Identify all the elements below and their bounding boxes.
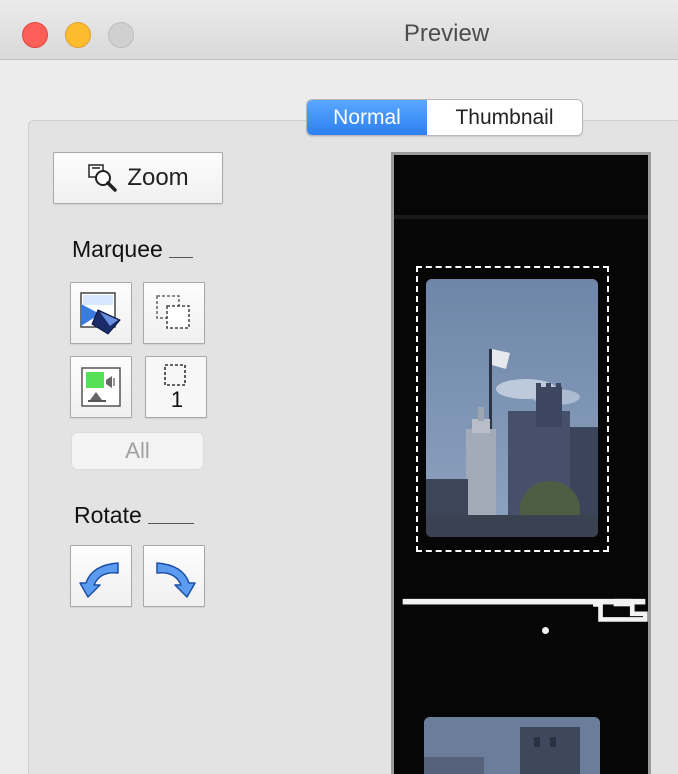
rotate-heading: Rotate [74, 502, 194, 529]
all-button[interactable]: All [71, 432, 204, 470]
zoom-button-label: Zoom [127, 164, 189, 191]
marquee-rule [168, 257, 193, 258]
title-bar: Preview [0, 0, 678, 60]
marquee-count-button[interactable]: 1 [145, 356, 207, 418]
film-frame-divider [402, 598, 648, 622]
auto-crop-button[interactable] [70, 282, 132, 344]
image-settings-button[interactable] [70, 356, 132, 418]
duplicate-marquee-button[interactable] [143, 282, 205, 344]
rotate-right-button[interactable] [143, 545, 205, 607]
next-slide-image [424, 717, 600, 774]
selection-marquee[interactable] [416, 266, 609, 552]
rotate-left-icon [79, 562, 119, 598]
tab-normal[interactable]: Normal [307, 100, 427, 135]
marquee-label: Marquee [72, 236, 163, 262]
image-settings-icon [81, 367, 121, 407]
marquee-heading: Marquee [72, 236, 193, 263]
rotate-rule [147, 523, 194, 524]
duplicate-marquee-icon [156, 295, 190, 329]
view-mode-tabs: Normal Thumbnail [306, 99, 583, 136]
rotate-left-button[interactable] [70, 545, 132, 607]
next-slide-photo [424, 717, 600, 774]
zoom-button[interactable]: Zoom [53, 152, 223, 204]
rotate-right-icon [156, 562, 196, 598]
scan-preview-area[interactable] [391, 152, 651, 774]
film-edge [394, 215, 648, 219]
marquee-count: 1 [170, 387, 184, 412]
auto-crop-icon [80, 292, 121, 335]
preview-window: Preview Normal Thumbnail Zoom Marquee 1 … [0, 0, 678, 774]
sprocket-hole [542, 627, 549, 634]
rotate-label: Rotate [74, 502, 142, 528]
magnifier-icon [88, 164, 118, 192]
window-title: Preview [403, 20, 490, 47]
tab-thumbnail[interactable]: Thumbnail [427, 100, 582, 135]
